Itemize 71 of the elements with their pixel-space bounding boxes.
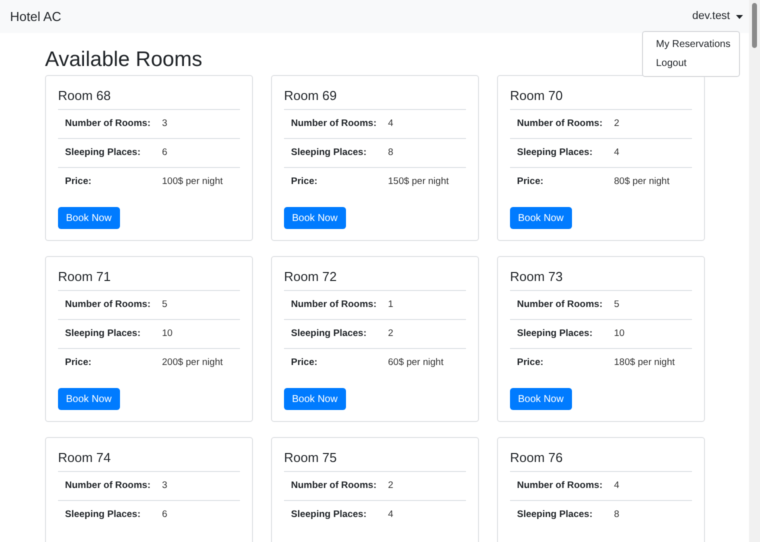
field-label: Price: (516, 356, 544, 370)
field-value: 4 (388, 116, 394, 131)
field-value: 5 (614, 298, 620, 312)
room-title: Room 69 (284, 88, 466, 110)
field-label: Number of Rooms: (64, 478, 152, 493)
dropdown-item[interactable]: My Reservations (656, 38, 739, 52)
field-value: 10 (614, 326, 625, 341)
field-value: 10 (162, 326, 173, 341)
room-title: Room 74 (58, 450, 240, 472)
user-dropdown[interactable]: dev.test (692, 8, 743, 25)
field-label: Price: (64, 356, 92, 370)
scrollbar[interactable] (749, 0, 760, 542)
room-title: Room 73 (510, 269, 692, 291)
field-value: 2 (388, 478, 394, 493)
book-now-button[interactable]: Book Now (284, 207, 346, 229)
field-value: 80$ per night (614, 175, 670, 190)
room-title: Room 75 (284, 450, 466, 472)
field-label: Sleeping Places: (64, 146, 142, 160)
field-value: 180$ per night (614, 356, 675, 370)
field-label: Number of Rooms: (516, 116, 604, 131)
field-label: Number of Rooms: (516, 298, 604, 312)
brand-link[interactable]: Hotel AC (10, 6, 62, 26)
field-label: Number of Rooms: (64, 298, 152, 312)
field-label: Number of Rooms: (290, 478, 378, 493)
field-label: Number of Rooms: (290, 116, 378, 131)
field-label: Sleeping Places: (64, 326, 142, 341)
field-value: 5 (162, 298, 168, 312)
field-value: 150$ per night (388, 175, 449, 190)
field-label: Price: (290, 175, 318, 190)
field-value: 1 (388, 298, 394, 312)
field-label: Sleeping Places: (290, 146, 368, 160)
field-value: 4 (614, 146, 620, 160)
book-now-button[interactable]: Book Now (510, 207, 572, 229)
field-value: 200$ per night (162, 356, 223, 370)
scrollbar-thumb[interactable] (752, 3, 757, 48)
book-now-button[interactable]: Book Now (510, 388, 572, 410)
room-title: Room 68 (58, 88, 240, 110)
field-label: Number of Rooms: (64, 116, 152, 131)
field-value: 4 (388, 508, 394, 522)
field-value: 3 (162, 478, 168, 493)
room-title: Room 72 (284, 269, 466, 291)
field-label: Price: (64, 175, 92, 190)
field-label: Number of Rooms: (290, 298, 378, 312)
field-value: 2 (614, 116, 620, 131)
dropdown-item[interactable]: Logout (656, 57, 739, 71)
field-label: Sleeping Places: (516, 508, 594, 522)
room-title: Room 70 (510, 88, 692, 110)
field-label: Price: (290, 356, 318, 370)
room-title: Room 76 (510, 450, 692, 472)
field-label: Number of Rooms: (516, 478, 604, 493)
field-label: Sleeping Places: (64, 508, 142, 522)
field-value: 8 (614, 508, 620, 522)
field-label: Price: (516, 175, 544, 190)
field-value: 3 (162, 116, 168, 131)
field-value: 2 (388, 326, 394, 341)
field-label: Sleeping Places: (290, 326, 368, 341)
book-now-button[interactable]: Book Now (284, 388, 346, 410)
field-label: Sleeping Places: (290, 508, 368, 522)
field-value: 100$ per night (162, 175, 223, 190)
book-now-button[interactable]: Book Now (58, 207, 120, 229)
field-label: Sleeping Places: (516, 326, 594, 341)
field-value: 8 (388, 146, 394, 160)
book-now-button[interactable]: Book Now (58, 388, 120, 410)
field-value: 6 (162, 146, 168, 160)
field-value: 60$ per night (388, 356, 444, 370)
field-label: Sleeping Places: (516, 146, 594, 160)
room-title: Room 71 (58, 269, 240, 291)
field-value: 4 (614, 478, 620, 493)
page-heading: Available Rooms (45, 47, 202, 73)
field-value: 6 (162, 508, 168, 522)
caret-icon (736, 14, 743, 18)
